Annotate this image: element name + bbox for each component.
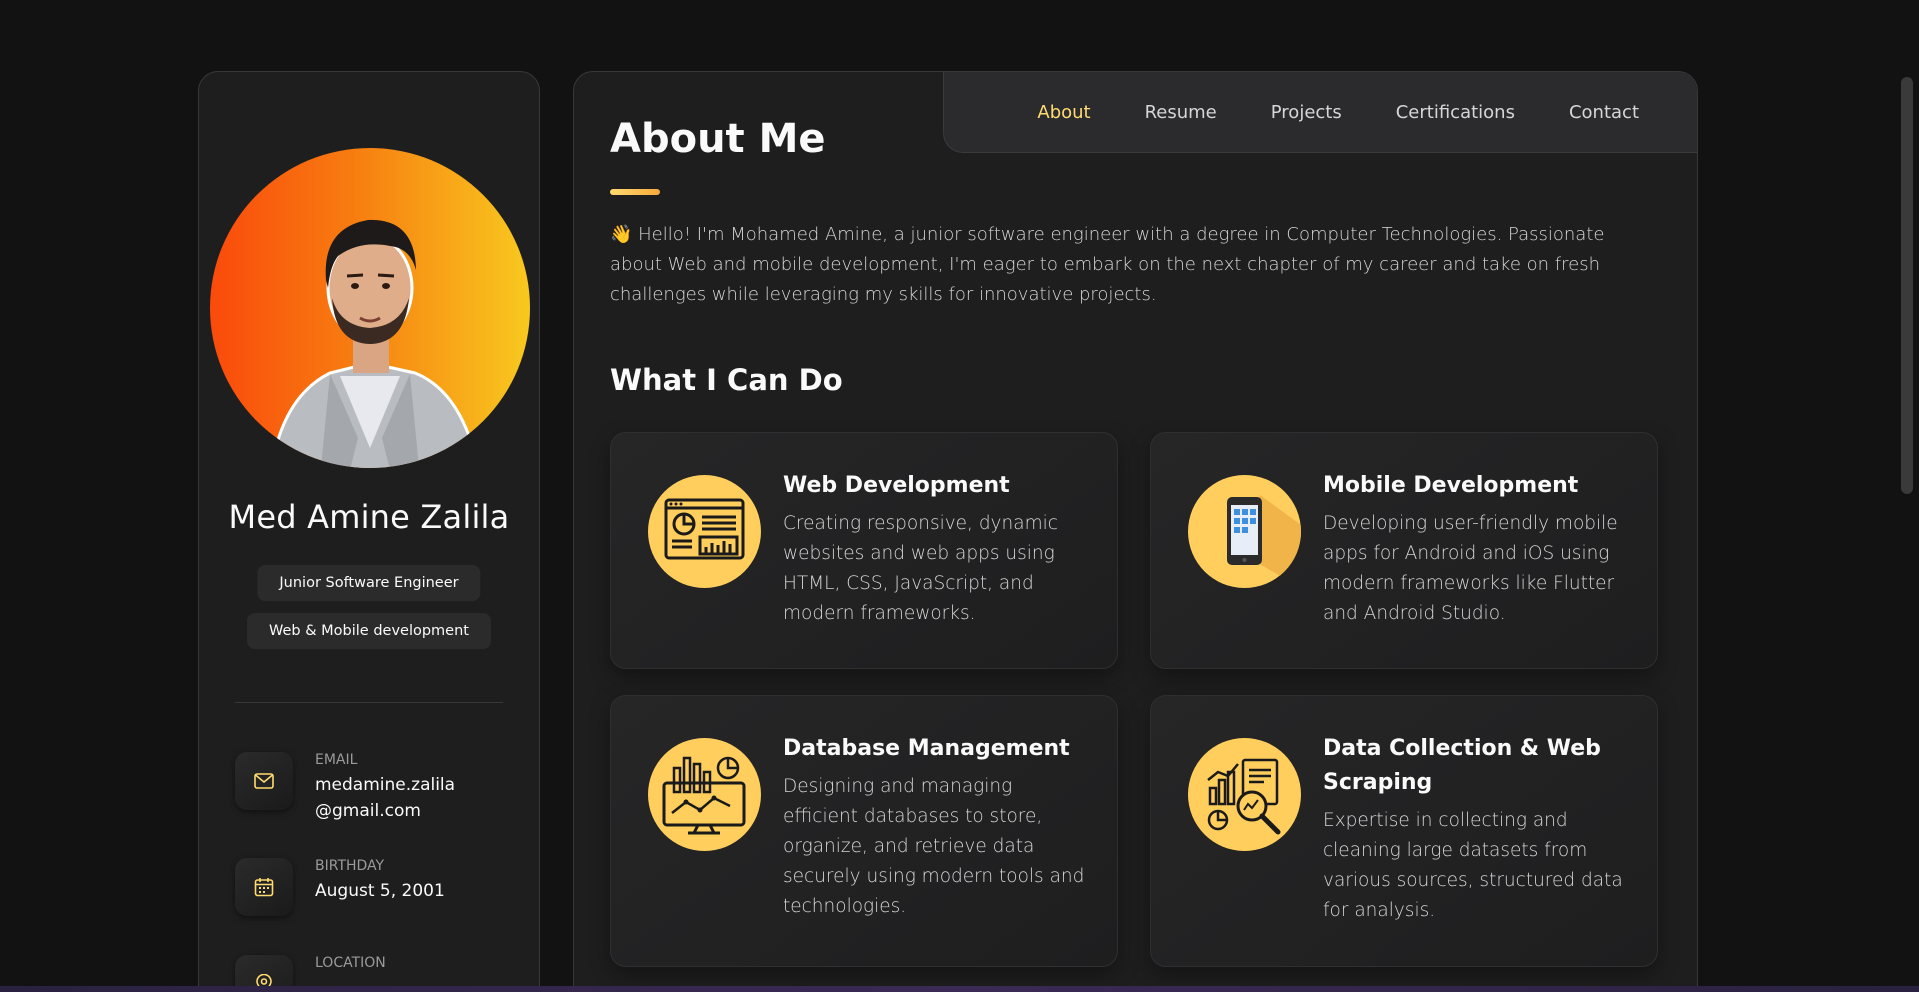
service-card-web: Web Development Creating responsive, dyn… bbox=[610, 432, 1118, 669]
service-title: Web Development bbox=[783, 473, 1010, 498]
service-description: Designing and managing efficient databas… bbox=[783, 776, 1085, 917]
calendar-icon bbox=[235, 858, 293, 916]
page-title: About Me bbox=[610, 116, 826, 162]
profile-photo bbox=[269, 219, 480, 468]
service-card-data: Data Collection & Web Scraping Expertise… bbox=[1150, 695, 1658, 967]
job-title-badge: Junior Software Engineer bbox=[257, 565, 481, 601]
smartphone-icon bbox=[1188, 475, 1301, 588]
nav-contact[interactable]: Contact bbox=[1569, 102, 1639, 123]
nav-about[interactable]: About bbox=[1037, 102, 1090, 123]
nav-projects[interactable]: Projects bbox=[1271, 102, 1342, 123]
bottom-edge bbox=[0, 986, 1919, 992]
location-label: Location bbox=[315, 955, 386, 971]
service-description: Developing user-friendly mobile apps for… bbox=[1323, 513, 1618, 624]
top-navbar: About Resume Projects Certifications Con… bbox=[943, 72, 1697, 153]
main-content: About Resume Projects Certifications Con… bbox=[573, 71, 1698, 992]
nav-resume[interactable]: Resume bbox=[1145, 102, 1217, 123]
about-paragraph: 👋 Hello! I'm Mohamed Amine, a junior sof… bbox=[610, 224, 1605, 305]
avatar bbox=[210, 148, 530, 468]
service-card-mobile: Mobile Development Developing user-frien… bbox=[1150, 432, 1658, 669]
email-value-line2: @gmail.com bbox=[315, 801, 421, 821]
title-underline bbox=[610, 189, 660, 195]
database-monitor-icon bbox=[648, 738, 761, 851]
profile-sidebar: Med Amine Zalila Junior Software Enginee… bbox=[198, 71, 540, 992]
service-description: Expertise in collecting and cleaning lar… bbox=[1323, 810, 1623, 921]
service-title: Data Collection & Web Scraping bbox=[1323, 736, 1601, 795]
services-title: What I Can Do bbox=[610, 363, 843, 397]
profile-name: Med Amine Zalila bbox=[228, 498, 510, 536]
email-value[interactable]: medamine.zalila @gmail.com bbox=[315, 772, 455, 824]
birthday-value: August 5, 2001 bbox=[315, 881, 445, 901]
email-value-line1: medamine.zalila bbox=[315, 775, 456, 795]
service-title: Mobile Development bbox=[1323, 473, 1579, 498]
nav-certifications[interactable]: Certifications bbox=[1396, 102, 1515, 123]
service-description: Creating responsive, dynamic websites an… bbox=[783, 513, 1058, 624]
specialty-badge: Web & Mobile development bbox=[247, 613, 491, 649]
web-dashboard-icon bbox=[648, 475, 761, 588]
birthday-label: Birthday bbox=[315, 858, 385, 874]
data-magnifier-icon bbox=[1188, 738, 1301, 851]
mail-icon bbox=[235, 752, 293, 810]
sidebar-separator bbox=[235, 702, 503, 703]
service-title: Database Management bbox=[783, 736, 1070, 761]
email-label: Email bbox=[315, 752, 358, 768]
page-scrollbar[interactable] bbox=[1901, 77, 1913, 494]
service-card-database: Database Management Designing and managi… bbox=[610, 695, 1118, 967]
